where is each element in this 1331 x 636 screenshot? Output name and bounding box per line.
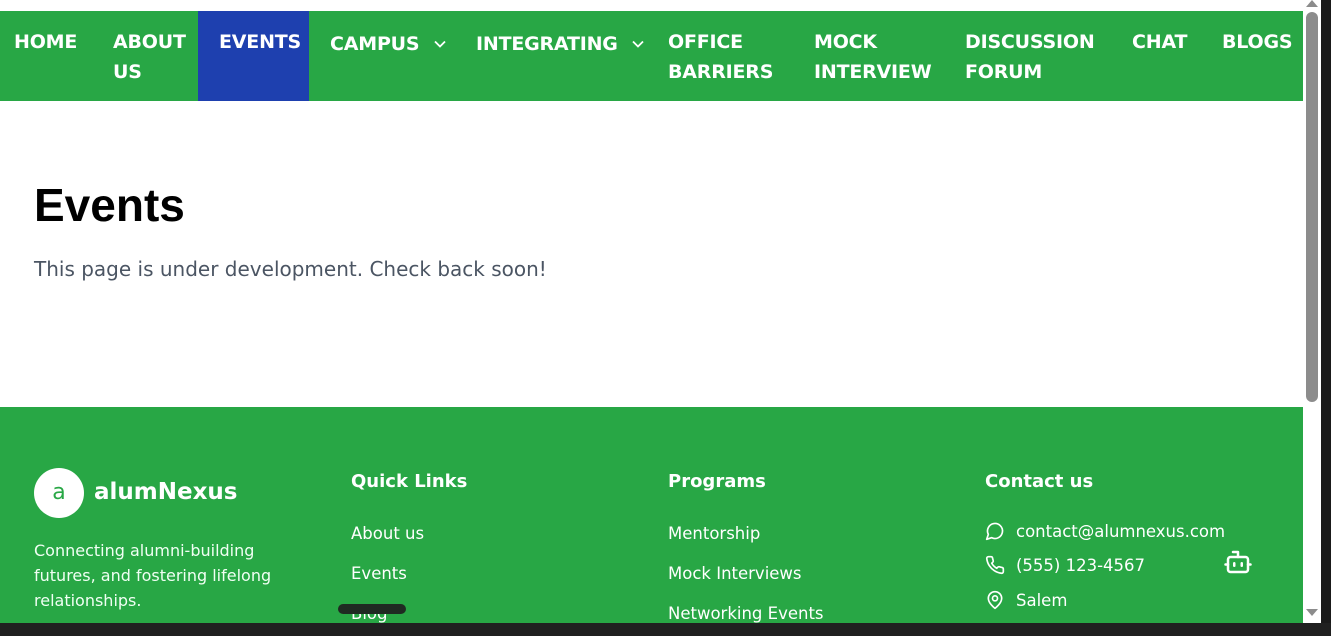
programs-title: Programs bbox=[668, 471, 766, 492]
contact-title: Contact us bbox=[985, 471, 1094, 492]
contact-email-row[interactable]: contact@alumnexus.com bbox=[985, 521, 1225, 541]
contact-phone[interactable]: (555) 123-4567 bbox=[1016, 556, 1145, 575]
nav-label-campus: CAMPUS bbox=[330, 33, 420, 55]
top-strip bbox=[0, 0, 1303, 11]
nav-label-about-us: ABOUT US bbox=[113, 31, 186, 83]
footer-link-mock-interviews[interactable]: Mock Interviews bbox=[668, 564, 802, 583]
scrollbar-thumb[interactable] bbox=[1306, 12, 1318, 402]
nav-label-discussion-forum: DISCUSSION FORUM bbox=[965, 31, 1095, 83]
footer-link-about-us[interactable]: About us bbox=[351, 524, 424, 543]
nav-label-events: EVENTS bbox=[219, 31, 302, 53]
brand-name[interactable]: alumNexus bbox=[94, 479, 238, 505]
footer-link-mentorship[interactable]: Mentorship bbox=[668, 524, 760, 543]
footer-tagline: Connecting alumni-building futures, and … bbox=[34, 541, 272, 610]
scroll-indicator-pill bbox=[338, 604, 406, 614]
contact-phone-row[interactable]: (555) 123-4567 bbox=[985, 555, 1145, 575]
nav-item-campus[interactable]: CAMPUS bbox=[309, 11, 455, 101]
page-title: Events bbox=[34, 179, 185, 231]
contact-location: Salem bbox=[1016, 590, 1068, 610]
site-footer: a alumNexus Connecting alumni-building f… bbox=[0, 407, 1303, 623]
message-circle-icon bbox=[985, 522, 1004, 541]
quick-links-title: Quick Links bbox=[351, 471, 468, 492]
nav-item-about-us[interactable]: ABOUT US bbox=[93, 11, 198, 101]
nav-item-discussion-forum[interactable]: DISCUSSION FORUM bbox=[944, 11, 1111, 101]
nav-item-integrating[interactable]: INTEGRATING bbox=[455, 11, 647, 101]
nav-label-mock-interview: MOCK INTERVIEW bbox=[814, 31, 932, 83]
scroll-down-arrow-icon[interactable] bbox=[1306, 609, 1318, 616]
page-subtitle: This page is under development. Check ba… bbox=[34, 257, 547, 281]
contact-location-row: Salem bbox=[985, 590, 1067, 610]
footer-link-networking-events[interactable]: Networking Events bbox=[668, 604, 824, 623]
nav-label-chat: CHAT bbox=[1132, 31, 1188, 53]
nav-item-home[interactable]: HOME bbox=[0, 11, 93, 101]
scroll-up-arrow-icon[interactable] bbox=[1306, 0, 1318, 7]
nav-label-home: HOME bbox=[14, 31, 78, 53]
nav-item-chat[interactable]: CHAT bbox=[1111, 11, 1202, 101]
contact-email[interactable]: contact@alumnexus.com bbox=[1016, 522, 1225, 541]
page-viewport: HOME ABOUT US EVENTS CAMPUS INTEGRATING … bbox=[0, 0, 1303, 623]
nav-item-mock-interview[interactable]: MOCK INTERVIEW bbox=[793, 11, 944, 101]
phone-icon bbox=[985, 555, 1005, 575]
chevron-down-icon bbox=[632, 27, 644, 57]
chevron-down-icon bbox=[434, 27, 446, 57]
map-pin-icon bbox=[987, 590, 1003, 610]
footer-link-events[interactable]: Events bbox=[351, 564, 407, 583]
robot-icon[interactable] bbox=[1223, 547, 1253, 582]
nav-label-office-barriers: OFFICE BARRIERS bbox=[668, 31, 774, 83]
logo-icon[interactable]: a bbox=[34, 468, 84, 518]
nav-item-events[interactable]: EVENTS bbox=[198, 11, 309, 101]
window-right-edge bbox=[1321, 0, 1331, 636]
nav-item-blogs[interactable]: BLOGS bbox=[1202, 11, 1303, 101]
window-bottom-edge bbox=[0, 623, 1331, 636]
nav-label-blogs: BLOGS bbox=[1222, 31, 1293, 53]
nav-label-integrating: INTEGRATING bbox=[476, 33, 618, 55]
main-navbar: HOME ABOUT US EVENTS CAMPUS INTEGRATING … bbox=[0, 11, 1303, 101]
nav-item-office-barriers[interactable]: OFFICE BARRIERS bbox=[647, 11, 793, 101]
